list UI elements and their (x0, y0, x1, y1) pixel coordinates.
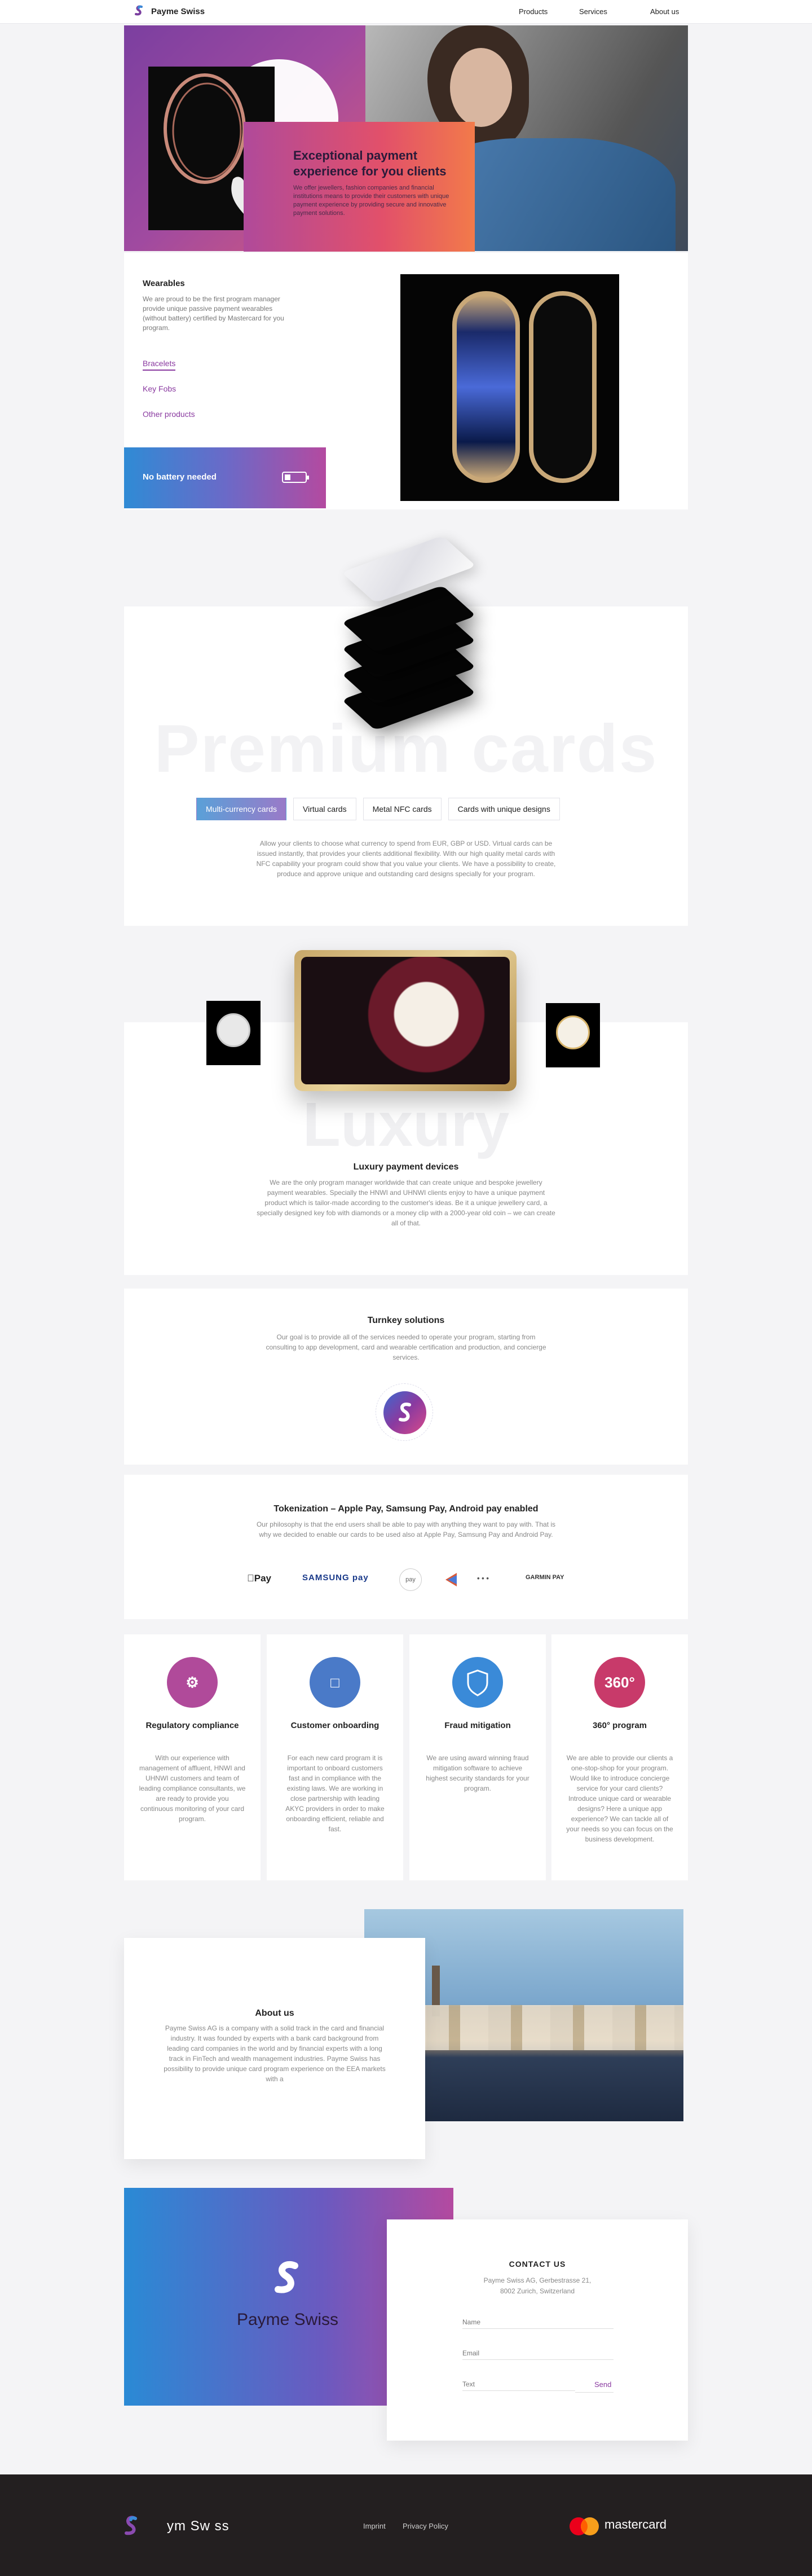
site-header: Payme Swiss Products Services About us (0, 0, 812, 24)
about-description: Payme Swiss AG is a company with a solid… (164, 2024, 386, 2083)
feature-text: We are using award winning fraud mitigat… (426, 1754, 529, 1792)
360-icon: 360° (594, 1657, 645, 1708)
turnkey-description: Our goal is to provide all of the servic… (266, 1333, 546, 1361)
turnkey-logo-icon (376, 1383, 433, 1441)
hero-description: We offer jewellers, fashion companies an… (293, 184, 449, 217)
key-fob-blue (452, 291, 520, 483)
about-title: About us (255, 2008, 294, 2018)
contact-brand-name: Payme Swiss (236, 2310, 339, 2329)
feature-title: Regulatory compliance (145, 1721, 239, 1730)
feature-card-compliance: ⚙ Regulatory compliance With our experie… (124, 1634, 261, 1880)
wearables-description: We are proud to be the first program man… (143, 295, 284, 332)
premium-watermark: Premium cards (154, 711, 658, 786)
footer-brand: ym Sw ss (167, 2518, 230, 2534)
battery-text: No battery needed (143, 472, 217, 482)
name-field[interactable] (462, 2316, 614, 2329)
tokenization-description: Our philosophy is that the end users sha… (256, 1520, 556, 1538)
silver-pendant-image (206, 1001, 261, 1065)
premium-description: Allow your clients to choose what curren… (256, 839, 556, 878)
battery-icon (282, 472, 309, 483)
text-field-underline (575, 2392, 614, 2393)
nav-about-us[interactable]: About us (650, 7, 679, 16)
feature-card-360: 360° 360° program We are able to provide… (551, 1634, 688, 1880)
apple-pay-logo: Pay (247, 1573, 271, 1584)
brand-name[interactable]: Payme Swiss (151, 7, 205, 16)
link-key-fobs[interactable]: Key Fobs (143, 384, 176, 393)
tokenization-title: Tokenization – Apple Pay, Samsung Pay, A… (273, 1504, 539, 1514)
luxury-title: Luxury payment devices (353, 1162, 459, 1172)
wearables-title: Wearables (143, 279, 185, 288)
contact-address-line1: Payme Swiss AG, Gerbestrasse 21, (483, 2276, 592, 2284)
email-field[interactable] (462, 2347, 614, 2360)
text-field[interactable] (462, 2378, 575, 2391)
samsung-pay-logo: SAMSUNG pay (302, 1573, 369, 1582)
tab-virtual-cards[interactable]: Virtual cards (293, 798, 356, 820)
nav-products[interactable]: Products (519, 7, 548, 16)
payment-logos: Pay SAMSUNG pay pay • • • GARMIN PAY (246, 1568, 566, 1591)
nav-services[interactable]: Services (579, 7, 607, 16)
feature-text: For each new card program it is importan… (285, 1754, 385, 1833)
feature-text: With our experience with management of a… (139, 1754, 246, 1823)
tokenization-panel (124, 1475, 688, 1619)
send-button[interactable]: Send (594, 2380, 611, 2389)
contact-address-line2: 8002 Zurich, Switzerland (500, 2287, 575, 2295)
payme-logo-icon[interactable] (133, 5, 145, 17)
mastercard-logo-icon (570, 2517, 599, 2535)
presentation-icon: □ (310, 1657, 360, 1708)
feature-title: Customer onboarding (290, 1721, 379, 1730)
contact-title: CONTACT US (509, 2260, 566, 2269)
feature-card-onboarding: □ Customer onboarding For each new card … (267, 1634, 403, 1880)
feature-card-fraud: Fraud mitigation We are using award winn… (409, 1634, 546, 1880)
tab-metal-nfc[interactable]: Metal NFC cards (363, 798, 442, 820)
tab-unique-designs[interactable]: Cards with unique designs (448, 798, 560, 820)
privacy-policy-link[interactable]: Privacy Policy (403, 2522, 448, 2530)
mastercard-wordmark: mastercard (604, 2517, 667, 2531)
payme-logo-icon[interactable] (123, 2514, 140, 2538)
turnkey-title: Turnkey solutions (367, 1316, 445, 1325)
card-stack-top (341, 535, 476, 603)
link-bracelets[interactable]: Bracelets (143, 359, 176, 371)
luxury-watermark: Luxury (302, 1090, 510, 1159)
feature-text: We are able to provide our clients a one… (566, 1754, 673, 1843)
gears-icon: ⚙ (167, 1657, 218, 1708)
premium-tabs: Multi-currency cards Virtual cards Metal… (196, 798, 560, 820)
feature-title: 360° program (592, 1721, 647, 1730)
link-other-products[interactable]: Other products (143, 410, 195, 419)
tab-multi-currency[interactable]: Multi-currency cards (196, 798, 287, 820)
android-pay-logo: pay (399, 1568, 422, 1591)
luxury-card-image (294, 950, 517, 1091)
hero-title: Exceptional payment experience for you c… (293, 148, 447, 178)
imprint-link[interactable]: Imprint (363, 2522, 386, 2530)
contact-card (387, 2219, 688, 2441)
photo-face (450, 48, 512, 127)
google-pay-logo (443, 1572, 459, 1588)
shield-icon (452, 1657, 503, 1708)
key-fob-gold (529, 291, 597, 483)
feature-title: Fraud mitigation (444, 1721, 511, 1730)
pay-dots-logo: • • • (477, 1574, 489, 1582)
payme-logo-icon (275, 2261, 298, 2293)
luxury-description: We are the only program manager worldwid… (257, 1179, 555, 1227)
garmin-pay-logo: GARMIN PAY (526, 1574, 564, 1581)
gold-pendant-image (546, 1003, 600, 1067)
